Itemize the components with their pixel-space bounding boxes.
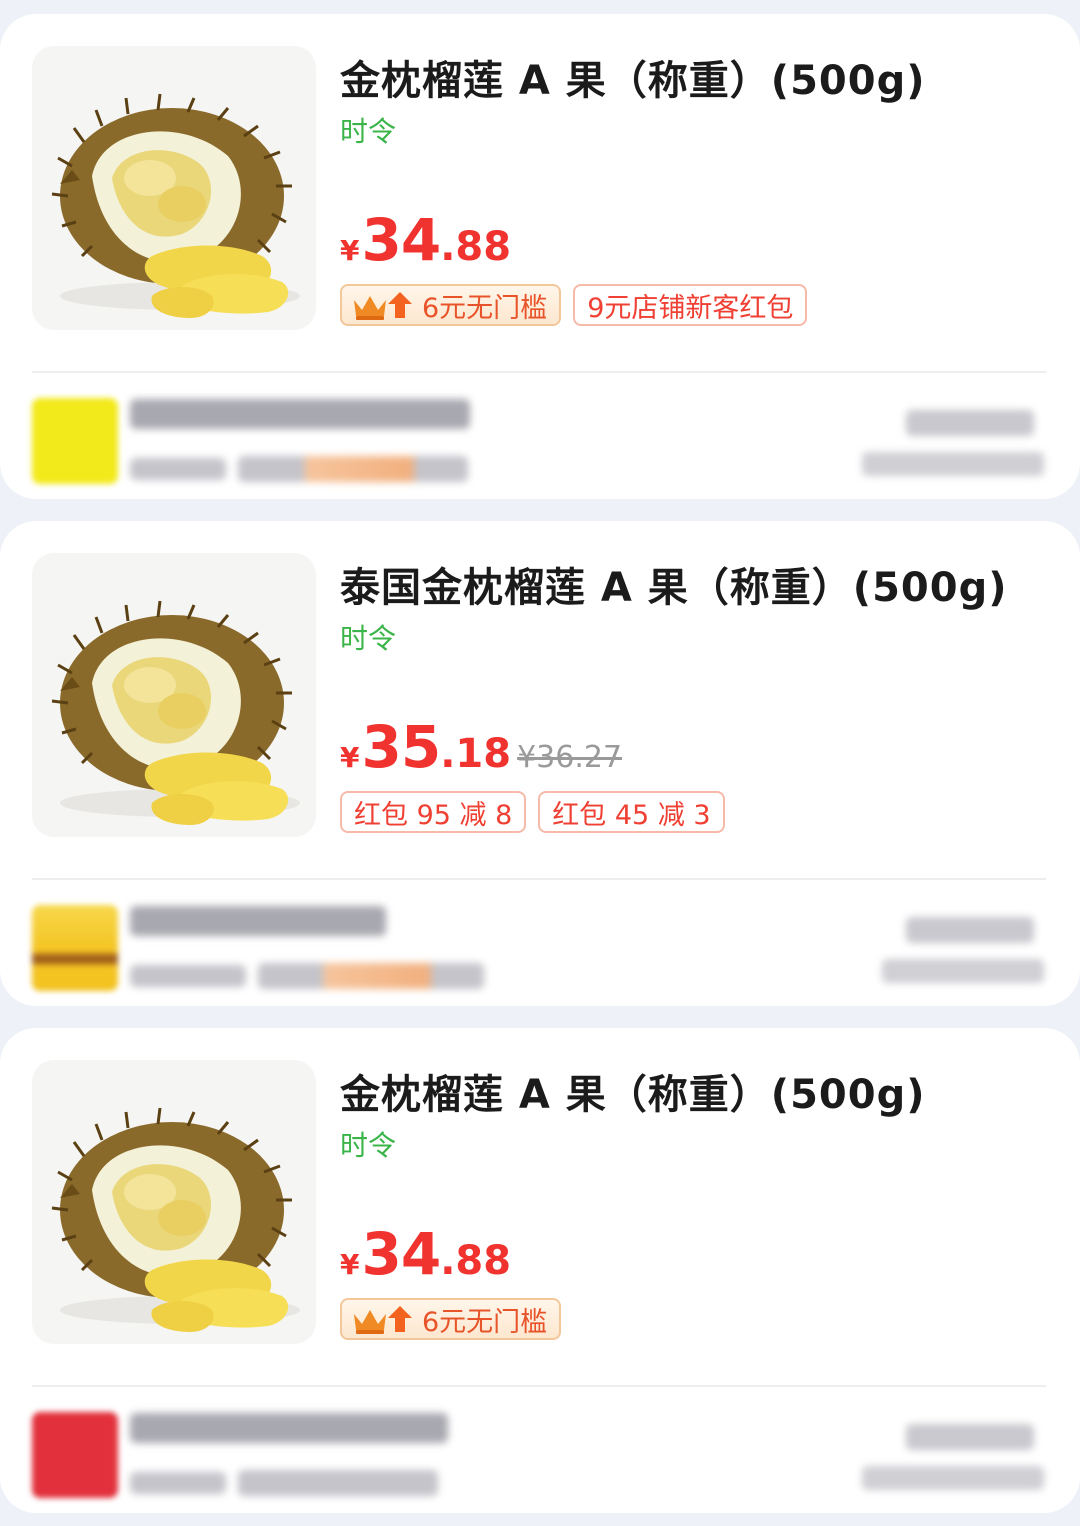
- price-decimal: .18: [440, 731, 512, 777]
- coupon-tags: 6元无门槛 9元店铺新客红包: [340, 284, 808, 326]
- store-logo[interactable]: [32, 905, 118, 991]
- coupon-tags: 红包 95 减 8 红包 45 减 3: [340, 791, 725, 833]
- season-tag: 时令: [340, 1129, 397, 1162]
- durian-image: [32, 1060, 316, 1344]
- member-coupon-label: 6元无门槛: [422, 1306, 548, 1338]
- store-time-blurred: [862, 1466, 1044, 1490]
- season-tag: 时令: [340, 622, 397, 655]
- durian-image: [32, 553, 316, 837]
- store-time-blurred: [862, 452, 1044, 476]
- store-rating-blurred: [130, 1472, 226, 1494]
- store-rating-blurred: [130, 965, 246, 987]
- coupon-tag[interactable]: 9元店铺新客红包: [573, 284, 808, 326]
- member-coupon-tag[interactable]: 6元无门槛: [340, 1298, 562, 1340]
- store-logo[interactable]: [32, 1412, 118, 1498]
- store-time-blurred: [882, 959, 1044, 983]
- store-distance-blurred: [906, 1424, 1034, 1450]
- product-image[interactable]: [32, 46, 316, 330]
- price-integer: 34: [361, 1220, 441, 1288]
- member-coupon-label: 6元无门槛: [422, 292, 548, 324]
- product-image[interactable]: [32, 553, 316, 837]
- store-name-blurred[interactable]: [130, 399, 470, 429]
- original-price: ¥36.27: [517, 740, 623, 775]
- coupon-tag[interactable]: 红包 45 减 3: [538, 791, 725, 833]
- product-card[interactable]: 金枕榴莲 A 果（称重）(500g) 时令 ¥ 34 .88 6元无门槛 9元店…: [0, 14, 1080, 499]
- price: ¥ 34 .88: [340, 206, 511, 274]
- crown-up-arrow-icon: [350, 288, 418, 322]
- durian-image: [32, 46, 316, 330]
- coupon-tags: 6元无门槛: [340, 1298, 562, 1340]
- divider: [32, 878, 1046, 880]
- product-image[interactable]: [32, 1060, 316, 1344]
- price: ¥ 35 .18 ¥36.27: [340, 713, 622, 781]
- product-title[interactable]: 泰国金枕榴莲 A 果（称重）(500g): [340, 555, 1008, 613]
- price-currency: ¥: [340, 741, 360, 774]
- store-delivery-blurred: [258, 963, 484, 989]
- price-currency: ¥: [340, 234, 360, 267]
- store-distance-blurred: [906, 410, 1034, 436]
- store-name-blurred[interactable]: [130, 906, 386, 936]
- price-decimal: .88: [440, 1238, 512, 1284]
- store-name-blurred[interactable]: [130, 1413, 448, 1443]
- price-decimal: .88: [440, 224, 512, 270]
- price: ¥ 34 .88: [340, 1220, 511, 1288]
- member-coupon-tag[interactable]: 6元无门槛: [340, 284, 562, 326]
- divider: [32, 1385, 1046, 1387]
- product-title[interactable]: 金枕榴莲 A 果（称重）(500g): [340, 1062, 926, 1120]
- product-card[interactable]: 金枕榴莲 A 果（称重）(500g) 时令 ¥ 34 .88 6元无门槛: [0, 1028, 1080, 1513]
- price-integer: 35: [361, 713, 441, 781]
- store-delivery-blurred: [238, 1470, 438, 1496]
- store-delivery-blurred: [238, 456, 468, 482]
- store-distance-blurred: [906, 917, 1034, 943]
- price-integer: 34: [361, 206, 441, 274]
- price-currency: ¥: [340, 1248, 360, 1281]
- divider: [32, 371, 1046, 373]
- store-rating-blurred: [130, 458, 226, 480]
- season-tag: 时令: [340, 115, 397, 148]
- store-logo[interactable]: [32, 398, 118, 484]
- coupon-tag[interactable]: 红包 95 减 8: [340, 791, 527, 833]
- product-card[interactable]: 泰国金枕榴莲 A 果（称重）(500g) 时令 ¥ 35 .18 ¥36.27 …: [0, 521, 1080, 1006]
- product-title[interactable]: 金枕榴莲 A 果（称重）(500g): [340, 48, 926, 106]
- crown-up-arrow-icon: [350, 1302, 418, 1336]
